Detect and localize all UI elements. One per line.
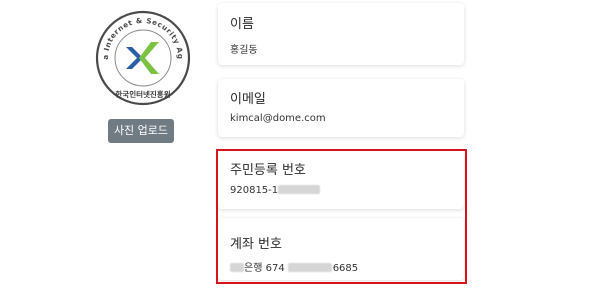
email-label: 이메일 xyxy=(230,92,266,107)
account-number-part-b: 6685 xyxy=(332,263,359,274)
name-card: 이름 홍길동 xyxy=(218,3,464,65)
rrn-value: 920815-1 xyxy=(230,185,321,196)
account-value: 은행 674 6685 xyxy=(230,259,358,274)
account-bank-suffix: 은행 xyxy=(244,263,263,274)
rrn-masked-digits xyxy=(278,185,321,194)
account-card: 계좌 번호 은행 674 6685 xyxy=(218,218,464,280)
email-card: 이메일 kimcal@dome.com xyxy=(218,79,464,137)
bank-name-masked xyxy=(230,263,244,272)
kisa-emblem-icon: Korea Internet & Security Agency 한국인터넷진흥… xyxy=(92,3,191,106)
email-value: kimcal@dome.com xyxy=(230,113,326,124)
account-label: 계좌 번호 xyxy=(230,237,282,252)
account-number-part-a: 674 xyxy=(265,263,285,274)
account-number-masked xyxy=(287,263,332,272)
rrn-value-prefix: 920815-1 xyxy=(230,185,279,196)
logo-name-text: 한국인터넷진흥원 xyxy=(115,89,170,99)
name-label: 이름 xyxy=(230,17,254,32)
kisa-logo: Korea Internet & Security Agency 한국인터넷진흥… xyxy=(92,3,191,106)
name-value: 홍길동 xyxy=(230,45,258,56)
rrn-label: 주민등록 번호 xyxy=(230,163,306,178)
rrn-card: 주민등록 번호 920815-1 xyxy=(218,151,464,209)
photo-upload-button[interactable]: 사진 업로드 xyxy=(108,119,174,143)
